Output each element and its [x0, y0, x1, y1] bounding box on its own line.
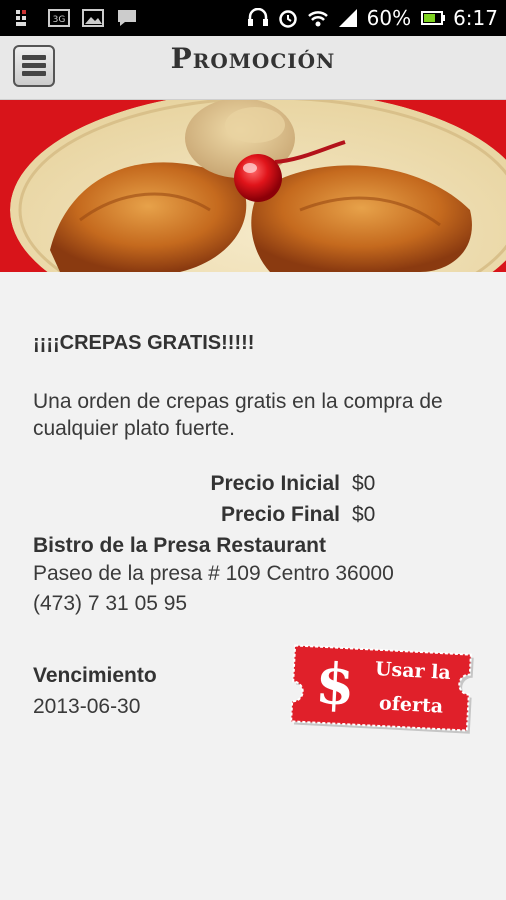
final-price-value: $0	[352, 503, 376, 526]
business-phone[interactable]: (473) 7 31 05 95	[33, 592, 187, 616]
3g-icon: 3G	[48, 9, 70, 27]
use-offer-label: Usar la oferta	[355, 651, 468, 725]
battery-percent: 60%	[366, 6, 412, 30]
alarm-icon	[278, 10, 297, 28]
page-title: Promoción	[170, 42, 336, 75]
wifi-icon	[307, 11, 328, 27]
expiration-date: 2013-06-30	[33, 695, 141, 718]
business-address: Paseo de la presa # 109 Centro 36000	[33, 562, 394, 585]
promo-image	[0, 100, 506, 272]
dollar-icon: $	[314, 651, 356, 719]
clock: 6:17	[453, 6, 498, 30]
sim-icon	[16, 10, 26, 26]
expiration-label: Vencimiento	[33, 664, 157, 687]
crepes-dessert-image	[0, 100, 506, 272]
use-offer-line2: oferta	[378, 692, 444, 718]
svg-text:3G: 3G	[53, 15, 66, 25]
headset-icon	[247, 8, 268, 26]
signal-icon	[338, 9, 357, 27]
action-bar: Promoción	[0, 36, 506, 100]
final-price-label: Precio Final	[220, 503, 340, 526]
battery-icon	[421, 11, 446, 25]
promo-headline: ¡¡¡¡CREPAS GRATIS!!!!!	[33, 332, 255, 354]
initial-price-label: Precio Inicial	[210, 472, 340, 495]
initial-price-value: $0	[352, 472, 376, 495]
promo-description: Una orden de crepas gratis en la compra …	[33, 390, 443, 440]
chat-icon	[118, 10, 136, 26]
use-offer-button[interactable]: $ Usar la oferta	[285, 640, 477, 736]
picture-icon	[82, 9, 104, 27]
status-bar: 3G 60% 6:17	[0, 0, 506, 36]
business-name: Bistro de la Presa Restaurant	[33, 534, 326, 557]
use-offer-line1: Usar la	[374, 658, 452, 684]
